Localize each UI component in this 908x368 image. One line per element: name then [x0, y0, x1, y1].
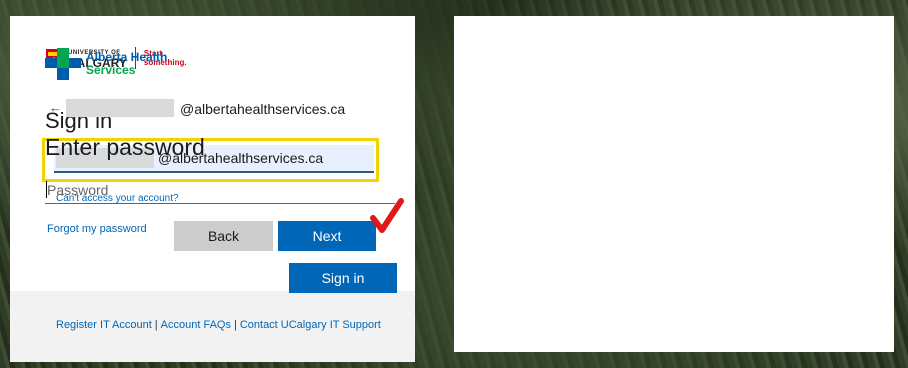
footer-links: Register IT Account | Account FAQs | Contact… [56, 319, 381, 331]
ahs-cross-icon [45, 48, 81, 80]
password-input[interactable] [45, 176, 395, 204]
forgot-password-link[interactable]: Forgot my password [47, 223, 147, 235]
back-button[interactable]: Back [174, 221, 273, 251]
back-arrow-icon[interactable]: ← [49, 100, 62, 115]
next-button[interactable]: Next [278, 221, 376, 251]
ahs-wordmark: Alberta Health Services [86, 51, 167, 77]
footer-separator: | [154, 319, 158, 331]
ahs-password-panel [454, 16, 894, 352]
redacted-username [66, 99, 174, 117]
ahs-logo: Alberta Health Services [45, 48, 167, 80]
register-link[interactable]: Register IT Account [56, 319, 152, 331]
email-domain: @albertahealthservices.ca [180, 101, 346, 117]
faqs-link[interactable]: Account FAQs [161, 319, 231, 331]
support-link[interactable]: Contact UCalgary IT Support [240, 319, 381, 331]
page-title: Enter password [45, 134, 205, 160]
ahs-line2: Services [86, 63, 136, 77]
text-caret [46, 181, 47, 198]
sign-in-button[interactable]: Sign in [289, 263, 397, 293]
footer-separator: | [233, 319, 237, 331]
